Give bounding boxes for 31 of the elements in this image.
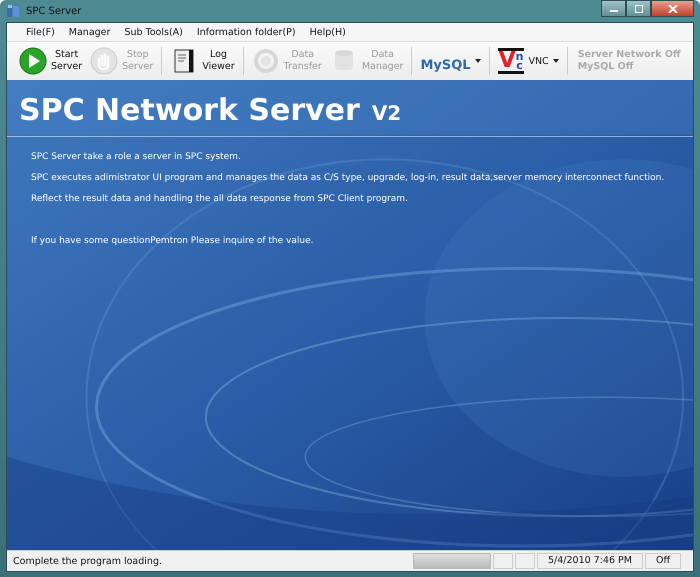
sync-icon xyxy=(252,47,280,75)
close-button[interactable] xyxy=(651,0,694,17)
hand-icon xyxy=(90,47,118,75)
menu-item[interactable]: Help(H) xyxy=(304,26,351,38)
minimize-button[interactable] xyxy=(601,0,626,17)
status-text: Server Network Off xyxy=(578,49,681,61)
menu-item[interactable]: Information folder(P) xyxy=(192,26,301,38)
description-text: SPC Server take a role a server in SPC system. xyxy=(31,152,241,162)
menu-item[interactable]: File(F) xyxy=(21,26,60,38)
description-text: Reflect the result data and handling the all data response from SPC Client program. xyxy=(31,194,408,204)
app-title: SPC Network Server xyxy=(19,92,360,130)
description-text: SPC executes adimistrator UI program and manages the data as C/S type, upgrade, log-in, result data,server memory interconnect function. xyxy=(31,173,664,183)
maximize-icon xyxy=(634,4,644,12)
status-message: Complete the program loading. xyxy=(12,556,163,566)
status-state: Off xyxy=(644,553,681,569)
maximize-button[interactable] xyxy=(626,0,651,17)
version-text: V2 xyxy=(372,100,402,127)
app-icon xyxy=(6,4,20,18)
caret-icon xyxy=(474,59,481,63)
status-datetime: 5/4/2010 7:46 PM xyxy=(537,553,643,569)
caret-icon xyxy=(552,59,559,63)
status-text: MySQL Off xyxy=(578,61,634,73)
toolbar-button[interactable]: Start Server xyxy=(15,45,86,77)
window-title: SPC Server xyxy=(26,6,82,16)
note-text: If you have some questionPemtron Please inquire of the value. xyxy=(31,236,314,246)
menu-item[interactable]: Sub Tools(A) xyxy=(119,26,188,38)
menu-item[interactable]: Manager xyxy=(64,26,116,38)
mysql-dropdown[interactable]: MySQL xyxy=(416,48,485,74)
close-icon xyxy=(668,4,678,12)
toolbar-button[interactable]: Log Viewer xyxy=(166,45,239,77)
play-icon xyxy=(19,47,47,75)
